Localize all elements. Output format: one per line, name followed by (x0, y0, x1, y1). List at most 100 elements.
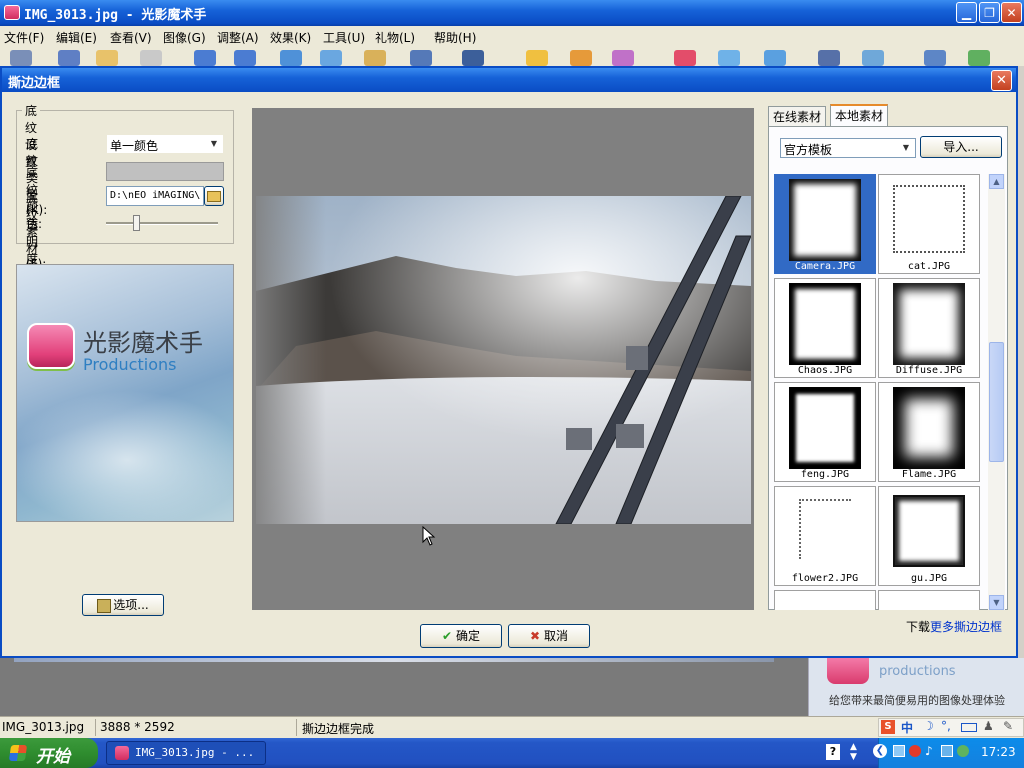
color-icon[interactable] (612, 50, 634, 66)
menu-edit[interactable]: 编辑(E) (56, 29, 97, 46)
network-icon[interactable] (893, 745, 905, 757)
chevron-down-icon[interactable]: ▼ (206, 136, 222, 152)
close-app-button[interactable]: ✕ (1001, 2, 1022, 23)
opacity-slider[interactable] (106, 214, 218, 234)
batch-icon[interactable] (764, 50, 786, 66)
cancel-button[interactable]: ✖ 取消 (508, 624, 590, 648)
scroll-down-icon[interactable]: ▼ (989, 595, 1004, 610)
browse-folder-button[interactable] (204, 186, 224, 206)
ime-mode[interactable]: 中 (901, 719, 913, 736)
ime-toolbar[interactable]: S 中 ☽ °, ♟ ✎ (878, 718, 1024, 737)
punctuation-icon[interactable]: °, (941, 719, 951, 733)
thumbnail-flower2[interactable]: flower2.JPG (774, 486, 876, 586)
thumbnail-feng[interactable]: feng.JPG (774, 382, 876, 482)
antivirus-icon[interactable] (957, 745, 969, 757)
tray-expand-icon[interactable]: ❮ (873, 744, 887, 758)
menu-tools[interactable]: 工具(U) (323, 29, 365, 46)
ski-scene-image (256, 196, 751, 524)
thumbnail-diffuse[interactable]: Diffuse.JPG (878, 278, 980, 378)
status-divider (95, 719, 96, 736)
thumbnail-partial-1[interactable] (774, 590, 876, 610)
options-button[interactable]: 选项... (82, 594, 164, 616)
menu-file[interactable]: 文件(F) (4, 29, 44, 46)
thumbnail-image (893, 387, 965, 469)
import-button[interactable]: 导入... (920, 136, 1002, 158)
open-icon[interactable] (10, 50, 32, 66)
keyboard-icon[interactable] (961, 723, 977, 732)
menu-effects[interactable]: 效果(K) (270, 29, 311, 46)
thumbnail-image (789, 387, 861, 469)
sogou-icon[interactable]: S (881, 720, 895, 734)
user-icon[interactable]: ♟ (983, 719, 994, 733)
thumbnail-scrollbar[interactable]: ▲ ▼ (988, 174, 1005, 610)
menu-adjust[interactable]: 调整(A) (217, 29, 259, 46)
frame-icon[interactable] (718, 50, 740, 66)
texture-file-field[interactable]: D:\nEO iMAGING\ (106, 186, 204, 206)
logo-subtitle: Productions (83, 355, 177, 374)
ok-button[interactable]: ✔ 确定 (420, 624, 502, 648)
slider-thumb[interactable] (133, 215, 140, 231)
folder-icon (207, 191, 221, 202)
start-button[interactable]: 开始 (0, 738, 98, 768)
chevron-down-icon[interactable]: ▼ (898, 140, 914, 156)
tools-icon[interactable] (924, 50, 946, 66)
auto-icon[interactable] (526, 50, 548, 66)
check-icon: ✔ (442, 629, 453, 643)
rotate-left-icon[interactable] (194, 50, 216, 66)
torn-edge-frame-dialog: 撕边边框 ✕ 底纹设置 底纹类型(K): 单一颜色 ▼ 底纹颜色: 底纹素材(F… (0, 66, 1018, 658)
menu-view[interactable]: 查看(V) (110, 29, 152, 46)
thumbnail-cat[interactable]: cat.JPG (878, 174, 980, 274)
thumbnail-caption: Camera.JPG (794, 261, 856, 272)
exposure-icon[interactable] (570, 50, 592, 66)
status-divider (296, 719, 297, 736)
quick-launch-arrows-icon[interactable]: ▲ ▼ (850, 742, 857, 762)
scroll-thumb[interactable] (989, 342, 1004, 462)
edit-icon[interactable] (58, 50, 80, 66)
help-icon[interactable]: ? (826, 744, 840, 760)
calendar-icon[interactable] (968, 50, 990, 66)
palette-icon[interactable] (674, 50, 696, 66)
thumbnail-flame[interactable]: Flame.JPG (878, 382, 980, 482)
scroll-up-icon[interactable]: ▲ (989, 174, 1004, 189)
ok-label: 确定 (455, 629, 480, 643)
cut-icon[interactable] (410, 50, 432, 66)
resize-icon[interactable] (364, 50, 386, 66)
user-icon[interactable] (818, 50, 840, 66)
thumbnail-image (789, 179, 861, 261)
menu-help[interactable]: 帮助(H) (434, 29, 476, 46)
download-more-link[interactable]: 更多撕边边框 (930, 620, 1002, 634)
taskbar-item-app[interactable]: IMG_3013.jpg - ... (106, 741, 266, 765)
moon-icon[interactable]: ☽ (923, 719, 934, 733)
thumbnail-camera[interactable]: Camera.JPG (774, 174, 876, 274)
tab-local-material[interactable]: 本地素材 (830, 104, 889, 126)
thumbnail-caption: gu.JPG (910, 573, 948, 584)
thumbnail-chaos[interactable]: Chaos.JPG (774, 278, 876, 378)
texture-type-select[interactable]: 单一颜色 ▼ (106, 134, 224, 154)
save-icon[interactable] (96, 50, 118, 66)
minimize-button[interactable]: ▁ (956, 2, 977, 23)
share-icon[interactable] (862, 50, 884, 66)
texture-color-swatch[interactable] (106, 162, 224, 181)
thumbnail-gu[interactable]: gu.JPG (878, 486, 980, 586)
ad-brand: productions (879, 664, 956, 679)
print-icon[interactable] (140, 50, 162, 66)
category-select[interactable]: 官方模板 ▼ (780, 138, 916, 158)
clock[interactable]: 17:23 (981, 745, 1016, 759)
restore-button[interactable]: ❐ (979, 2, 1000, 23)
fit-icon[interactable] (320, 50, 342, 66)
tab-online-material[interactable]: 在线素材 (768, 106, 827, 126)
rotate-right-icon[interactable] (234, 50, 256, 66)
security-icon[interactable] (909, 745, 921, 757)
crop-icon[interactable] (462, 50, 484, 66)
app-title-bar: IMG_3013.jpg - 光影魔术手 ▁ ❐ ✕ (0, 0, 1024, 26)
dialog-close-button[interactable]: ✕ (991, 70, 1012, 91)
menu-gifts[interactable]: 礼物(L) (375, 29, 415, 46)
wrench-icon[interactable]: ✎ (1003, 719, 1013, 733)
monitor-icon[interactable] (941, 745, 953, 757)
zoom-icon[interactable] (280, 50, 302, 66)
thumbnail-partial-2[interactable] (878, 590, 980, 610)
menu-image[interactable]: 图像(G) (163, 29, 206, 46)
volume-icon[interactable]: ♪ (925, 744, 933, 758)
ad-logo-icon (827, 658, 869, 684)
mouse-cursor-icon (422, 526, 436, 546)
